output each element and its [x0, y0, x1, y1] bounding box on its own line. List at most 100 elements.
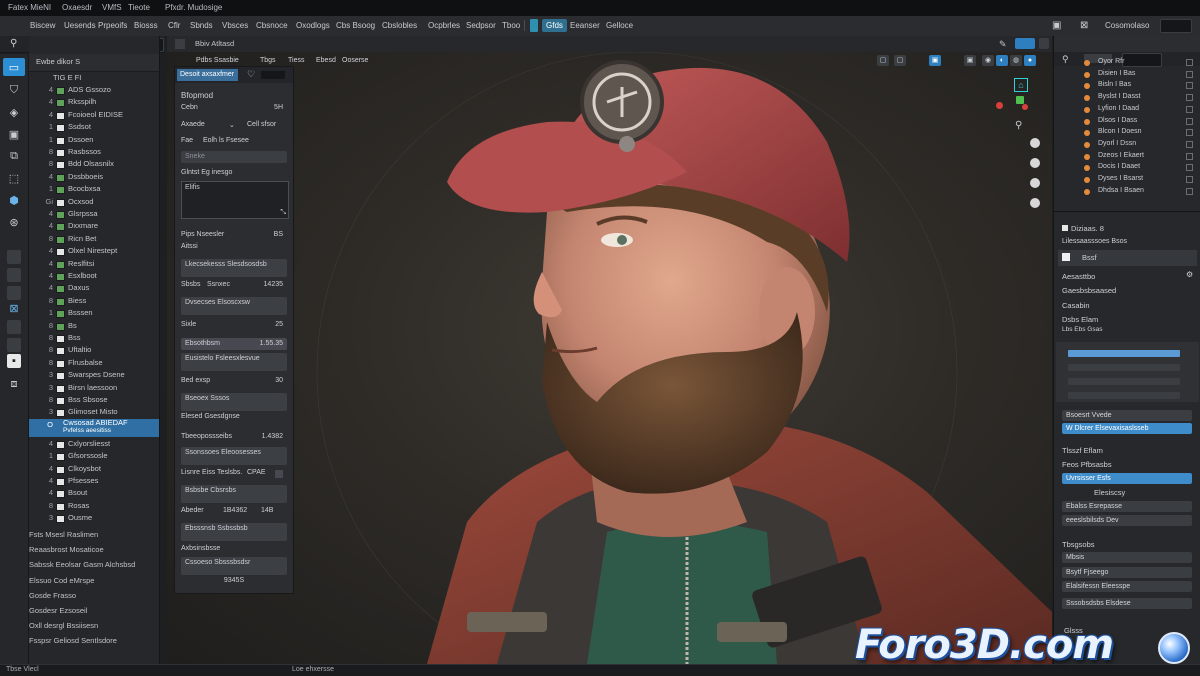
menu-icon[interactable] — [175, 39, 185, 49]
outliner-row[interactable]: 4 Dssbboeis — [29, 171, 159, 183]
property-field[interactable]: Ebsssnsb Ssbssbsb — [181, 523, 287, 541]
layer-color-icon[interactable] — [56, 490, 65, 499]
menu-item-active[interactable]: Gfds — [542, 19, 567, 32]
outliner-note[interactable]: Gosde Frasso — [29, 591, 76, 600]
viewport-menu[interactable]: Tiess — [288, 55, 304, 66]
layer-color-icon[interactable] — [56, 136, 65, 145]
overlay-icon[interactable]: ◉ — [982, 55, 994, 66]
menu-item[interactable]: Cbsnoce — [256, 19, 288, 32]
title-item[interactable]: Oxaesdr — [62, 3, 92, 12]
outliner-note[interactable]: Sabssk Eeolsar Gasm Alchsbsd — [29, 560, 135, 569]
axis-y-icon[interactable] — [1016, 96, 1024, 104]
sphere-icon[interactable] — [7, 320, 21, 334]
camera-view-icon[interactable] — [1030, 178, 1040, 188]
property-field[interactable]: Dvsecses Elsoscxsw — [181, 297, 287, 315]
outliner-row[interactable]: 4 Esxlboot — [29, 270, 159, 282]
segment-row[interactable]: Fae Eolh ls Fsesee — [181, 137, 287, 149]
rotate-icon[interactable]: ▣ — [4, 126, 24, 142]
shading-material-icon[interactable]: ◍ — [1010, 55, 1022, 66]
visibility-checkbox[interactable] — [1186, 176, 1193, 183]
outliner-row[interactable]: 8 Ricn Bet — [29, 233, 159, 245]
edit-icon[interactable]: ✎ — [999, 39, 1007, 50]
scene-collection-item[interactable]: Bisln I Bas — [1058, 80, 1195, 91]
layer-color-icon[interactable] — [56, 335, 65, 343]
layer-color-icon[interactable] — [56, 515, 65, 524]
outliner-row[interactable]: 8 Bs — [29, 320, 159, 332]
slider-bar[interactable] — [1068, 378, 1180, 385]
visibility-checkbox[interactable] — [1186, 59, 1193, 66]
viewport-menu[interactable]: Tbgs — [260, 55, 276, 66]
edge-icon[interactable]: ▣ — [929, 55, 941, 66]
outliner-row[interactable]: 8 Biess — [29, 295, 159, 307]
rprops-field[interactable]: Ebalss Esrepasse — [1062, 501, 1192, 512]
light-icon[interactable] — [7, 338, 21, 352]
name-field[interactable]: Sneke — [181, 151, 287, 163]
outliner-row[interactable]: 4 Fcoioeol EIDISE — [29, 109, 159, 121]
menu-item[interactable]: Oxodlogs — [296, 19, 330, 32]
outliner-row[interactable]: 1 Bcocbxsa — [29, 183, 159, 195]
outliner-note[interactable]: Elssuo Cod eMrspe — [29, 576, 94, 585]
title-item[interactable]: Pfxdr. Mudosige — [165, 3, 222, 12]
cursor-icon[interactable]: ▣ — [1052, 19, 1061, 32]
zoom-icon[interactable] — [1030, 138, 1040, 148]
outliner-row[interactable]: 4 Reslfitsi — [29, 258, 159, 270]
segment-left[interactable]: Fae — [181, 137, 193, 144]
scene-collection-item[interactable]: Dlsos I Dass — [1058, 116, 1195, 127]
workspace-label[interactable]: Cosomolaso — [1105, 19, 1149, 32]
property-field[interactable]: Ebsothbsm 1.55.35 — [181, 338, 287, 350]
menu-item[interactable]: Cbslobles — [382, 19, 417, 32]
vertex-icon[interactable]: ▢ — [894, 55, 906, 66]
outliner-note[interactable]: Reaasbrost Mosaticoe — [29, 545, 104, 554]
property-field[interactable]: Bseoex Sssos — [181, 393, 287, 411]
cube-icon[interactable]: ⬢ — [4, 192, 24, 208]
layer-color-icon[interactable] — [56, 124, 65, 133]
outliner-row[interactable]: 4 ADS Gssozo — [29, 84, 159, 96]
layer-color-icon[interactable] — [56, 322, 65, 331]
menu-item[interactable]: Uesends — [64, 19, 96, 32]
select-box-icon[interactable]: ▢ — [877, 55, 889, 66]
layer-color-icon[interactable] — [56, 440, 65, 449]
mode-row[interactable]: Axaede ⌄ Cell sfsor — [181, 121, 287, 133]
layer-color-icon[interactable] — [56, 347, 65, 356]
menu-item[interactable]: Biosss — [134, 19, 158, 32]
layer-color-icon[interactable] — [56, 235, 65, 244]
layers-icon[interactable] — [7, 250, 21, 264]
render-icon[interactable]: ⧈ — [4, 376, 24, 392]
visibility-checkbox[interactable] — [1186, 164, 1193, 172]
title-item[interactable]: VMfS — [102, 3, 122, 12]
outliner-row[interactable]: 4 Bsout — [29, 487, 159, 499]
rprops-selected[interactable]: W Dlcrer Elsevaxisaslsseb — [1062, 423, 1192, 434]
slider-bar[interactable] — [1068, 392, 1180, 399]
outliner-row[interactable]: 4 Clkoysbot — [29, 463, 159, 475]
layer-color-icon[interactable] — [56, 502, 65, 511]
layer-color-icon[interactable] — [56, 161, 65, 170]
layer-color-icon[interactable] — [56, 99, 65, 108]
material-icon[interactable]: ▪ — [7, 354, 21, 368]
viewport-menu[interactable]: Ooserse — [342, 55, 368, 66]
layer-color-icon[interactable] — [56, 223, 65, 232]
layer-color-icon[interactable] — [56, 359, 65, 368]
notes-textarea[interactable]: Elifis ⤡ — [181, 181, 289, 219]
scene-collection-item[interactable]: Dyorl I Dssn — [1058, 139, 1195, 150]
scene-collection-item[interactable]: Lyfion I Daad — [1058, 104, 1195, 115]
layer-color-icon[interactable] — [56, 211, 65, 219]
menu-item[interactable]: Prpeoifs — [98, 19, 127, 32]
outliner-row[interactable]: 8 Bdd Olsasnilx — [29, 158, 159, 170]
outliner-row[interactable]: 1 Ssdsot — [29, 121, 159, 133]
properties-toggle[interactable] — [261, 71, 285, 79]
menu-item[interactable]: Vbsces — [222, 19, 248, 32]
select-tool-icon[interactable]: ▭ — [3, 58, 25, 76]
outliner-row[interactable]: 4 Pfsesses — [29, 475, 159, 487]
viewport-menu[interactable]: Ebesd — [316, 55, 336, 66]
layer-color-icon[interactable] — [56, 248, 65, 257]
camera-gizmo-icon[interactable]: ⌂ — [1014, 78, 1028, 92]
visibility-checkbox[interactable] — [1186, 152, 1193, 160]
rprops-field[interactable]: Elalsifessn Eleesspe — [1062, 581, 1192, 592]
shading-render-icon[interactable]: ● — [1024, 55, 1036, 66]
outliner-row[interactable]: 4 Olxel Nirestept — [29, 245, 159, 257]
checkbox[interactable] — [275, 470, 283, 478]
heart-icon[interactable]: ♡ — [247, 69, 255, 80]
outliner-note[interactable]: Oxll desrgl Bssiisesn — [29, 621, 98, 630]
outliner-row-selected[interactable]: O Cwsosad ABIEDAF Pvfelss aeesitiss — [29, 418, 159, 437]
visibility-checkbox[interactable] — [1186, 117, 1193, 125]
